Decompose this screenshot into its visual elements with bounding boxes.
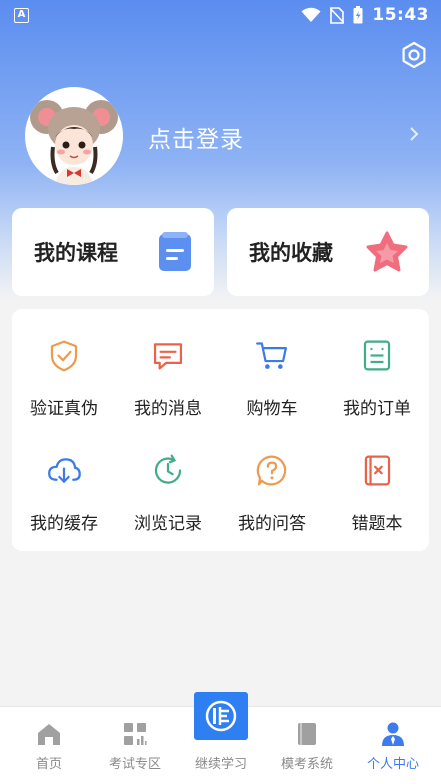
- nav-profile[interactable]: 个人中心: [349, 707, 437, 784]
- nav-label: 考试专区: [108, 757, 161, 772]
- mouse-girl-avatar-icon: [25, 87, 123, 185]
- status-bar: A 15:43: [0, 0, 441, 30]
- grid-item-orders[interactable]: 我的订单: [325, 309, 429, 419]
- nav-label: 个人中心: [366, 757, 419, 772]
- grid-label: 购物车: [246, 399, 298, 419]
- grid-item-messages[interactable]: 我的消息: [116, 309, 220, 419]
- question-icon: [256, 455, 287, 486]
- grid-item-qa[interactable]: 我的问答: [220, 424, 324, 534]
- wrong-book-icon: [364, 455, 391, 486]
- grid-label: 我的问答: [238, 514, 306, 534]
- grid-item-wrong-book[interactable]: 错题本: [325, 424, 429, 534]
- grid-chart-icon: [124, 723, 147, 745]
- nav-label: 继续学习: [194, 757, 247, 772]
- grid-label: 我的缓存: [30, 514, 98, 534]
- shield-check-icon: [50, 340, 78, 372]
- my-courses-card[interactable]: 我的课程: [12, 208, 214, 296]
- cloud-download-icon: [48, 458, 81, 484]
- status-time: 15:43: [372, 5, 429, 25]
- feature-grid: 验证真伪 我的消息 购物车 我的订单 我的缓存 浏览记录 我的问答 错题本: [12, 309, 429, 551]
- continue-study-button[interactable]: [194, 692, 248, 740]
- cart-icon: [256, 342, 287, 369]
- login-link[interactable]: 点击登录: [148, 120, 244, 154]
- settings-icon: [402, 41, 426, 69]
- grid-label: 错题本: [351, 514, 403, 534]
- order-icon: [363, 340, 391, 371]
- person-icon: [382, 722, 404, 746]
- home-icon: [38, 724, 60, 745]
- battery-icon: [353, 6, 363, 24]
- study-logo-icon: [205, 700, 237, 732]
- chevron-right-icon[interactable]: [407, 126, 421, 142]
- my-favorites-card[interactable]: 我的收藏: [227, 208, 429, 296]
- grid-label: 我的消息: [134, 399, 202, 419]
- settings-button[interactable]: [399, 40, 429, 70]
- nav-label: 首页: [35, 757, 62, 772]
- nav-mock-exam[interactable]: 模考系统: [263, 707, 351, 784]
- grid-item-cart[interactable]: 购物车: [220, 309, 324, 419]
- grid-label: 验证真伪: [30, 399, 98, 419]
- message-icon: [153, 343, 183, 370]
- course-doc-icon: [159, 232, 191, 271]
- my-favorites-label: 我的收藏: [249, 241, 333, 265]
- star-icon: [366, 231, 408, 272]
- grid-item-verify[interactable]: 验证真伪: [12, 309, 116, 419]
- no-sim-icon: [330, 6, 345, 24]
- nav-label: 模考系统: [280, 757, 333, 772]
- wifi-icon: [301, 7, 321, 22]
- nav-home[interactable]: 首页: [5, 707, 93, 784]
- grid-label: 浏览记录: [134, 514, 202, 534]
- app-notification-icon: A: [14, 7, 29, 23]
- my-courses-label: 我的课程: [34, 241, 118, 265]
- nav-exam[interactable]: 考试专区: [91, 707, 179, 784]
- grid-item-history[interactable]: 浏览记录: [116, 424, 220, 534]
- book-icon: [298, 723, 316, 745]
- history-icon: [154, 454, 182, 484]
- grid-item-cache[interactable]: 我的缓存: [12, 424, 116, 534]
- avatar[interactable]: [25, 87, 123, 185]
- grid-label: 我的订单: [343, 399, 411, 419]
